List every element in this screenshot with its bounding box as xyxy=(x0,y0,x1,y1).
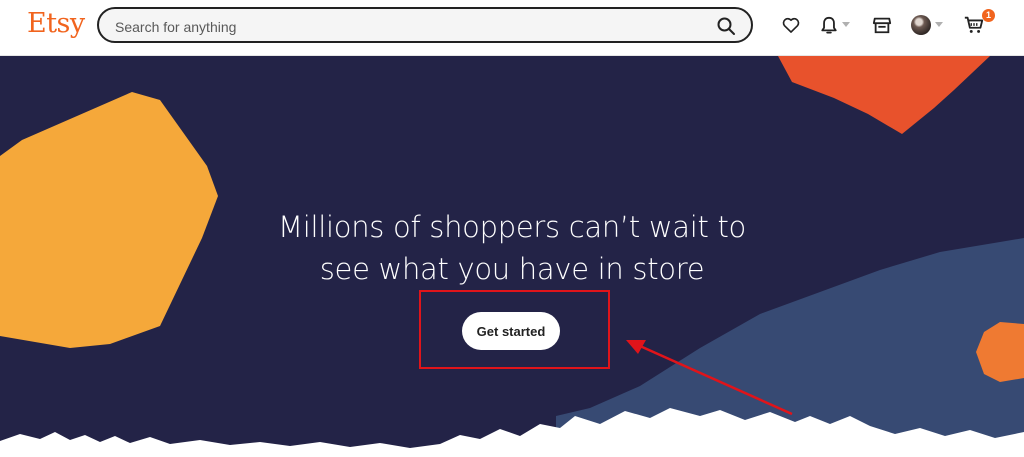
chevron-down-icon xyxy=(935,22,943,27)
chevron-down-icon xyxy=(842,22,850,27)
favorites-button[interactable] xyxy=(781,12,801,38)
search-input[interactable] xyxy=(113,17,697,37)
hero-banner: Millions of shoppers can’t wait to see w… xyxy=(0,56,1024,457)
notifications-button[interactable] xyxy=(820,12,850,38)
get-started-button[interactable]: Get started xyxy=(462,312,560,350)
etsy-logo[interactable]: Etsy xyxy=(27,8,85,39)
bell-icon xyxy=(821,16,837,34)
avatar xyxy=(911,15,931,35)
heart-icon xyxy=(782,17,800,33)
cart-count-badge: 1 xyxy=(982,9,995,22)
orange-top-shape xyxy=(778,56,990,134)
account-button[interactable] xyxy=(911,12,943,38)
hero-headline-line-1: Millions of shoppers can’t wait to xyxy=(278,210,746,244)
search-icon xyxy=(717,17,735,35)
shop-manager-button[interactable] xyxy=(872,12,892,38)
shop-icon xyxy=(872,17,892,34)
yellow-shape xyxy=(0,92,218,348)
hero-headline-line-2: see what you have in store xyxy=(319,252,705,286)
top-header: Etsy Search for anything 1 xyxy=(0,0,1024,56)
hero-headline: Millions of shoppers can’t wait to see w… xyxy=(212,206,812,290)
search-button[interactable] xyxy=(715,15,737,37)
search-bar xyxy=(97,7,753,43)
